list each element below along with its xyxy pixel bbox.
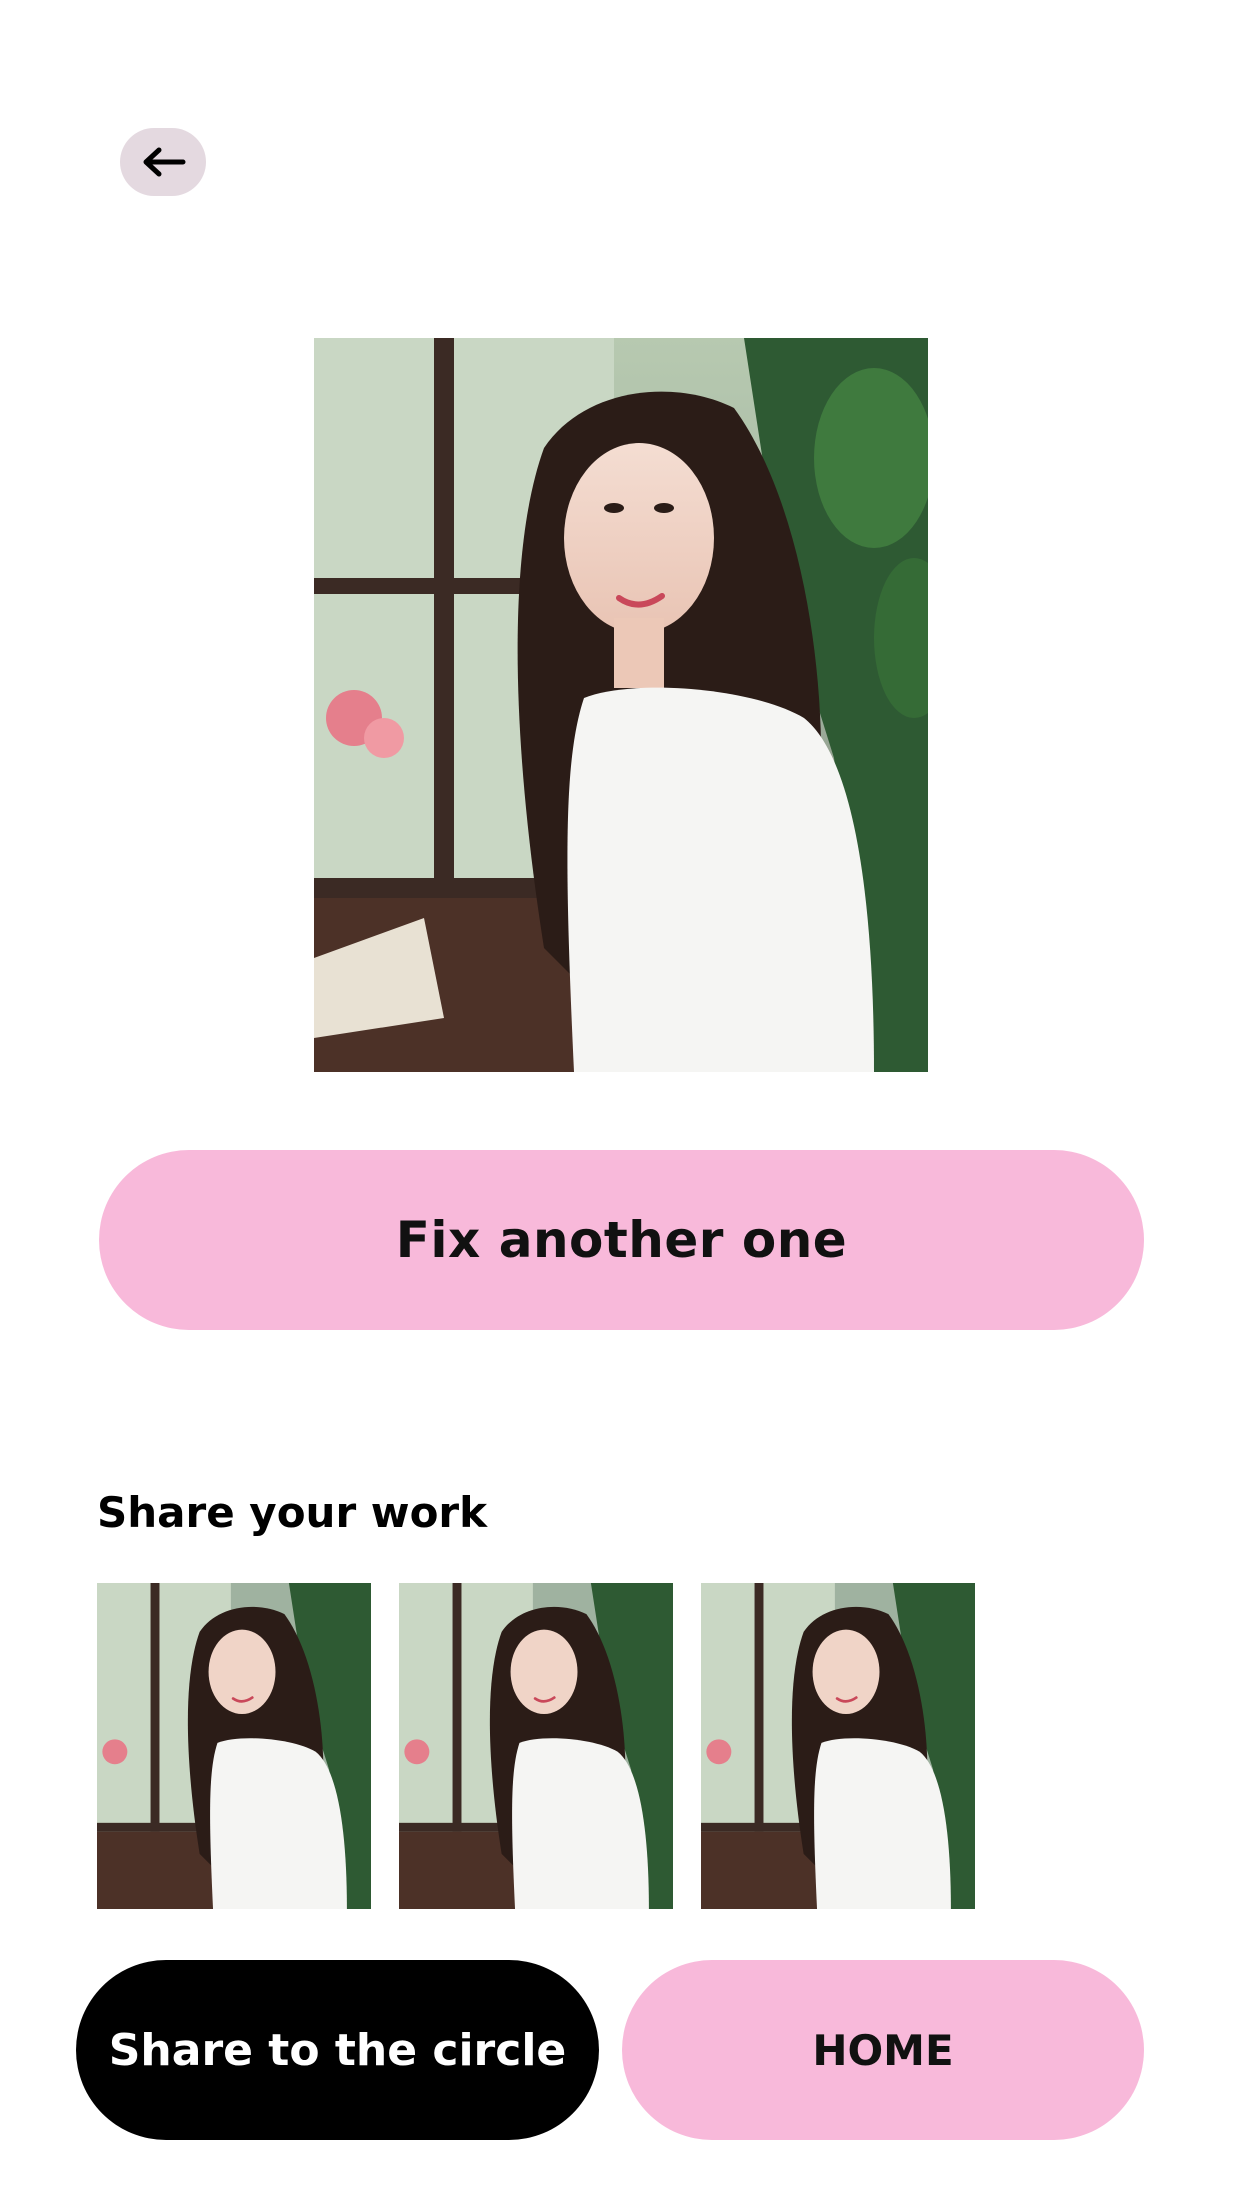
result-screen: Fix another one Share your work Share to… xyxy=(0,0,1242,2208)
share-to-circle-button[interactable]: Share to the circle xyxy=(76,1960,599,2140)
share-thumbnail[interactable] xyxy=(97,1583,371,1909)
back-button[interactable] xyxy=(120,128,206,196)
share-thumbnail[interactable] xyxy=(399,1583,673,1909)
share-thumbnails xyxy=(97,1583,975,1909)
share-thumbnail[interactable] xyxy=(701,1583,975,1909)
arrow-left-icon xyxy=(139,145,187,179)
share-section-title: Share your work xyxy=(97,1488,488,1537)
home-button[interactable]: HOME xyxy=(622,1960,1144,2140)
fix-another-button[interactable]: Fix another one xyxy=(99,1150,1144,1330)
result-photo xyxy=(314,338,928,1072)
